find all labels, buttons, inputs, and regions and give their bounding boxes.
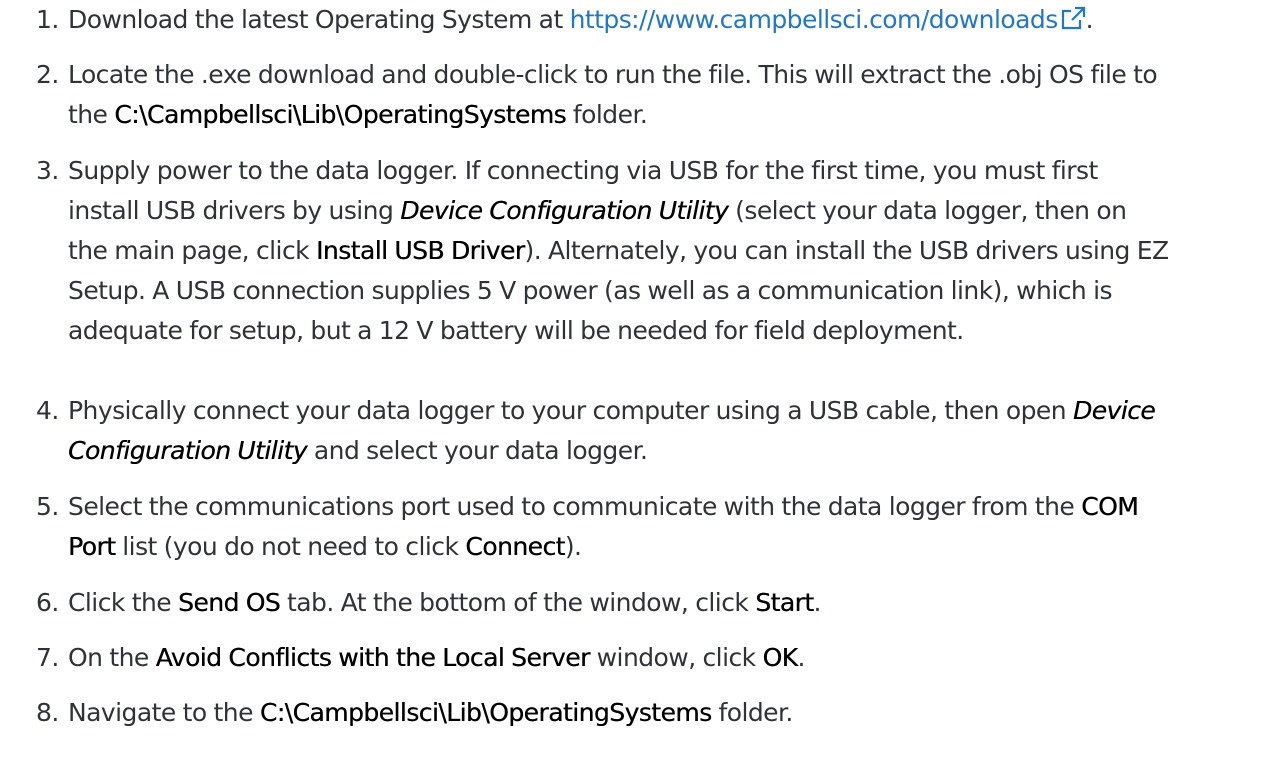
step-text: Supply power to the data logger. If conn… xyxy=(68,151,1169,351)
text-run: install USB drivers by using xyxy=(68,196,401,225)
text-line: the main page, click Install USB Driver)… xyxy=(68,231,1169,271)
text-line: Select the communications port used to c… xyxy=(68,487,1139,527)
software-name: Device xyxy=(1072,396,1156,425)
text-run: Navigate to the xyxy=(68,698,260,727)
ui-control-name: Start xyxy=(755,588,814,617)
step-text: Click the Send OS tab. At the bottom of … xyxy=(68,583,822,623)
text-run: tab. At the bottom of the window, click xyxy=(280,588,756,617)
text-line: Supply power to the data logger. If conn… xyxy=(68,151,1169,191)
external-link-icon xyxy=(1061,6,1085,30)
text-line: adequate for setup, but a 12 V battery w… xyxy=(68,311,1169,351)
step-text: Download the latest Operating System at … xyxy=(68,0,1094,40)
step-text: Physically connect your data logger to y… xyxy=(68,391,1156,471)
text-line: Locate the .exe download and double-clic… xyxy=(68,55,1158,95)
step-number: 3. xyxy=(36,156,59,185)
text-run: ). Alternately, you can install the USB … xyxy=(524,236,1169,265)
text-run: Physically connect your data logger to y… xyxy=(68,396,1073,425)
text-run: the xyxy=(68,100,115,129)
text-run: folder. xyxy=(711,698,793,727)
text-line: Configuration Utility and select your da… xyxy=(68,431,1155,471)
step-number: 4. xyxy=(36,396,59,425)
ui-control-name: COM xyxy=(1081,492,1139,521)
text-run: Click the xyxy=(68,588,178,617)
text-line: Physically connect your data logger to y… xyxy=(68,391,1156,431)
step-text: Locate the .exe download and double-clic… xyxy=(68,55,1158,135)
ui-control-name: Connect xyxy=(465,532,565,561)
text-run: Setup. A USB connection supplies 5 V pow… xyxy=(68,276,1113,305)
text-run: list (you do not need to click xyxy=(115,532,466,561)
step-text: On the Avoid Conflicts with the Local Se… xyxy=(68,638,805,678)
text-run: . xyxy=(813,588,822,617)
downloads-link[interactable]: https://www.campbellsci.com/downloads xyxy=(570,5,1086,34)
text-run: window, click xyxy=(589,643,763,672)
text-run: (select your data logger, then on xyxy=(728,196,1127,225)
ui-control-name: OK xyxy=(762,643,799,672)
ui-control-name: Send OS xyxy=(178,588,281,617)
step-number: 7. xyxy=(36,643,59,672)
text-line: install USB drivers by using Device Conf… xyxy=(68,191,1169,231)
text-run: adequate for setup, but a 12 V battery w… xyxy=(68,316,964,345)
text-run: Select the communications port used to c… xyxy=(68,492,1082,521)
text-run: Locate the .exe download and double-clic… xyxy=(68,60,1158,89)
text-run: and select your data logger. xyxy=(306,436,648,465)
procedure-document: 1. Download the latest Operating System … xyxy=(0,0,1283,764)
folder-path: C:\Campbellsci\Lib\OperatingSystems xyxy=(259,698,712,727)
text-run: Supply power to the data logger. If conn… xyxy=(68,156,1098,185)
downloads-link-text: https://www.campbellsci.com/downloads xyxy=(569,5,1059,34)
software-name: Configuration Utility xyxy=(68,436,308,465)
step-text: Select the communications port used to c… xyxy=(68,487,1139,567)
step-1-text: Download the latest Operating System at xyxy=(68,5,570,34)
text-run: the main page, click xyxy=(68,236,316,265)
step-text: Navigate to the C:\Campbellsci\Lib\Opera… xyxy=(68,693,793,733)
step-number: 5. xyxy=(36,492,59,521)
step-number: 8. xyxy=(36,698,59,727)
step-number: 6. xyxy=(36,588,59,617)
text-line: Port list (you do not need to click Conn… xyxy=(68,527,1138,567)
step-number: 2. xyxy=(36,60,59,89)
step-number: 1. xyxy=(36,5,59,34)
text-line: Setup. A USB connection supplies 5 V pow… xyxy=(68,271,1169,311)
ui-control-name: Avoid Conflicts with the Local Server xyxy=(155,643,591,672)
ui-control-name: Install USB Driver xyxy=(315,236,525,265)
step-1-period: . xyxy=(1085,5,1094,34)
text-run: . xyxy=(797,643,805,672)
text-run: folder. xyxy=(566,100,648,129)
software-name: Device Configuration Utility xyxy=(400,196,729,225)
ui-control-name: Port xyxy=(68,532,116,561)
text-line: the C:\Campbellsci\Lib\OperatingSystems … xyxy=(68,95,1157,135)
folder-path: C:\Campbellsci\Lib\OperatingSystems xyxy=(114,100,567,129)
text-run: On the xyxy=(68,643,156,672)
text-run: ). xyxy=(564,532,582,561)
